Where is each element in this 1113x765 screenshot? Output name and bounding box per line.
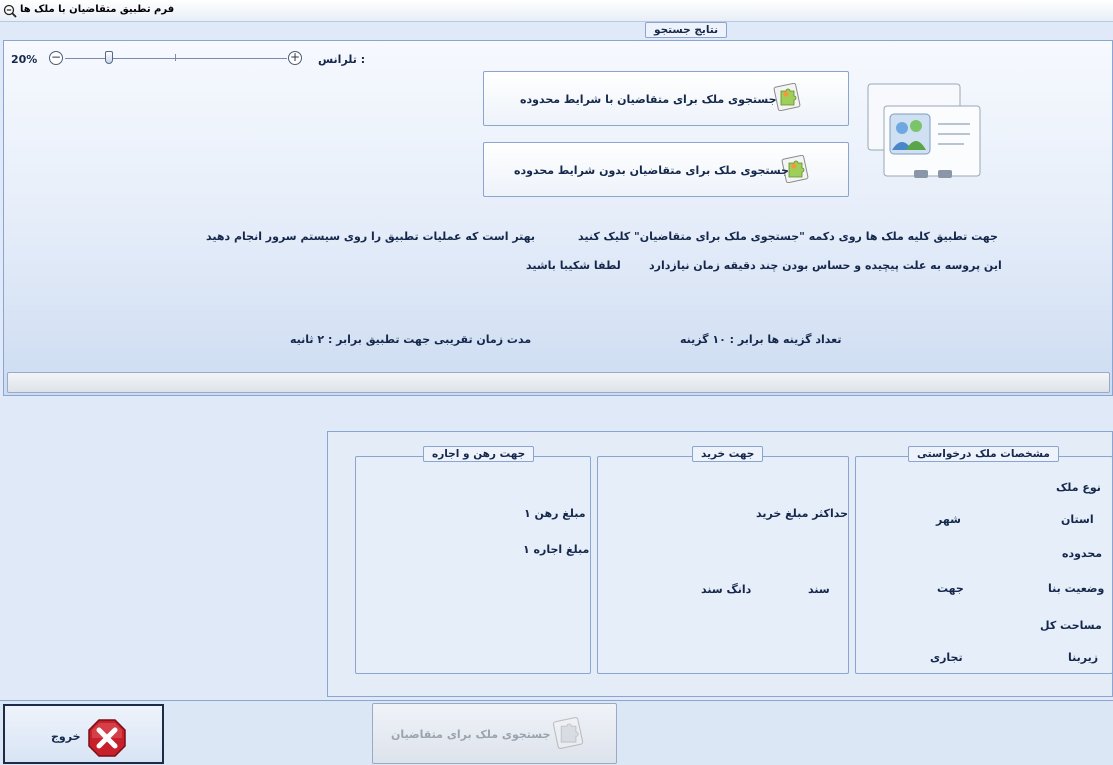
zoom-minus-button[interactable]: − xyxy=(49,51,63,65)
info-line2-left: لطفا شکیبا باشید xyxy=(526,259,621,272)
area-label: محدوده xyxy=(1062,547,1103,560)
rent-group xyxy=(355,456,591,674)
rent-legend: جهت رهن و اجاره xyxy=(423,446,535,462)
usage-label: تجاری xyxy=(930,651,963,664)
zoom-out-icon xyxy=(3,4,17,18)
window-titlebar: فرم تطبیق متقاضیان با ملک ها xyxy=(0,0,1113,22)
purchase-group xyxy=(597,456,849,674)
mortgage-label: مبلغ رهن ۱ xyxy=(524,507,586,520)
search-unlimited-button[interactable]: جستجوی ملک برای متقاضیان بدون شرایط محدو… xyxy=(483,142,849,197)
search-limited-button[interactable]: جستجوی ملک برای متقاضیان با شرایط محدوده xyxy=(483,71,849,126)
progress-bar xyxy=(7,372,1110,393)
purchase-legend: جهت خرید xyxy=(692,446,764,462)
exit-button[interactable]: خروج xyxy=(3,704,164,764)
sub-area-label: زیربنا xyxy=(1068,651,1099,664)
close-icon xyxy=(88,719,126,757)
property-type-label: نوع ملک xyxy=(1056,481,1101,494)
exit-label: خروج xyxy=(51,730,81,743)
total-area-label: مساحت کل xyxy=(1040,619,1102,632)
contacts-icon xyxy=(867,83,981,178)
results-legend: نتایج جستجو xyxy=(645,22,728,38)
search-properties-label: جستجوی ملک برای متقاضیان xyxy=(391,728,551,741)
zoom-percent: 20% xyxy=(11,53,38,66)
window-title: فرم تطبیق متقاضیان با ملک ها xyxy=(20,4,175,15)
province-label: استان xyxy=(1061,513,1094,526)
count-text: تعداد گزینه ها برابر : ۱۰ گزینه xyxy=(680,333,842,346)
info-line1-left: بهتر است که عملیات تطبیق را روی سیستم سر… xyxy=(206,230,536,243)
zoom-plus-button[interactable]: + xyxy=(288,51,302,65)
zoom-slider-thumb[interactable] xyxy=(105,51,114,64)
info-line2-right: این پروسه به علت پیچیده و حساس بودن چند … xyxy=(649,259,1002,272)
search-limited-label: جستجوی ملک برای متقاضیان با شرایط محدوده xyxy=(520,93,777,106)
deed-label: سند xyxy=(808,583,830,596)
info-line1-right: جهت تطبیق کلیه ملک ها روی دکمه "جستجوی م… xyxy=(578,230,998,243)
puzzle-icon xyxy=(552,716,584,750)
zoom-slider-track[interactable] xyxy=(65,58,287,59)
zoom-slider-tick xyxy=(175,54,176,61)
deed-share-label: دانگ سند xyxy=(701,583,752,596)
search-properties-button[interactable]: جستجوی ملک برای متقاضیان xyxy=(372,703,617,764)
max-price-label: حداکثر مبلغ خرید xyxy=(756,507,849,520)
rent-label: مبلغ اجاره ۱ xyxy=(523,543,590,556)
search-unlimited-label: جستجوی ملک برای متقاضیان بدون شرایط محدو… xyxy=(514,164,789,177)
tolerance-label: تلرانس : xyxy=(318,53,366,66)
property-spec-legend: مشخصات ملک درخواستی xyxy=(908,446,1059,462)
time-text: مدت زمان تقریبی جهت تطبیق برابر : ۲ ثانی… xyxy=(290,333,532,346)
direction-label: جهت xyxy=(937,582,964,595)
city-label: شهر xyxy=(936,513,961,526)
building-status-label: وضعیت بنا xyxy=(1048,582,1105,595)
